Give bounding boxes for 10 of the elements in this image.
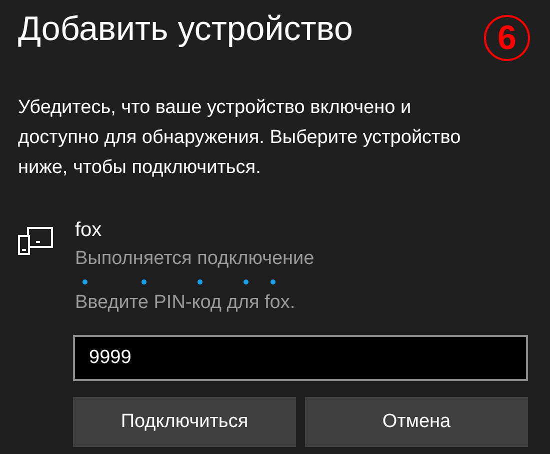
pin-prompt: Введите PIN-код для fox.: [75, 291, 296, 315]
devices-icon: [18, 227, 54, 255]
dialog-title: Добавить устройство: [18, 9, 353, 50]
pin-input-field[interactable]: 9999: [73, 335, 528, 381]
connection-status: Выполняется подключение: [75, 247, 314, 271]
instructions-text: Убедитесь, что ваше устройство включено и доступно для обнаружения. Выберите устройство ниже, чтобы подключиться.: [18, 96, 462, 180]
step-number-badge: 6: [484, 15, 530, 61]
cancel-button[interactable]: Отмена: [305, 397, 528, 447]
device-name: fox: [75, 218, 103, 243]
connect-button[interactable]: Подключиться: [73, 397, 296, 447]
